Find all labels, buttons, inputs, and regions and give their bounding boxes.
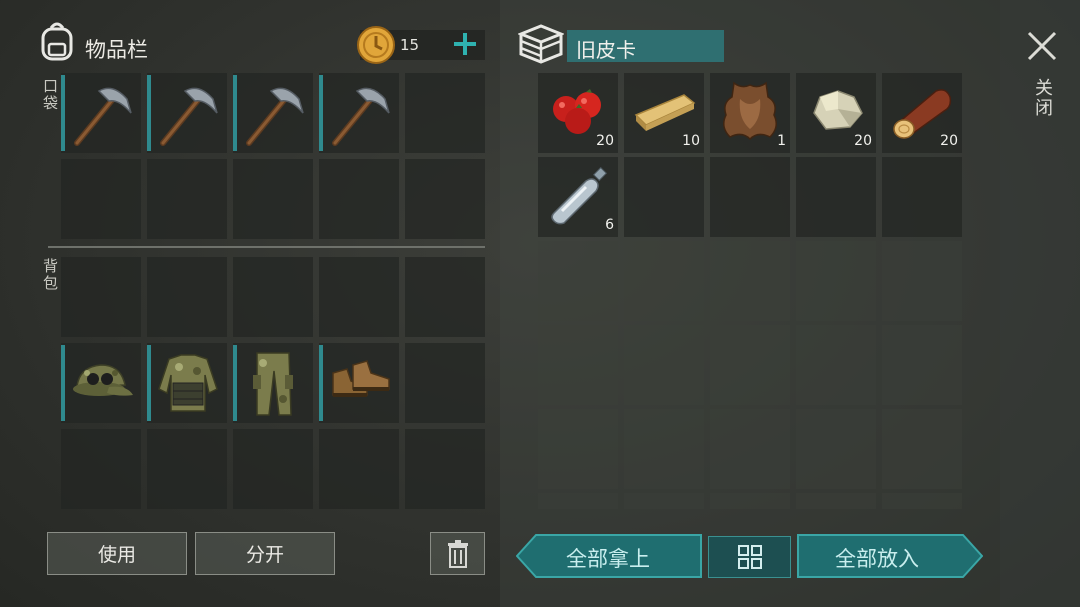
pocket-slot-empty[interactable] (319, 159, 399, 239)
container-slot[interactable]: 20 (796, 73, 876, 153)
backpack-slot-jacket[interactable] (147, 343, 227, 423)
item-quantity: 20 (596, 133, 614, 149)
leather-hide-icon (723, 81, 777, 141)
container-slot-empty[interactable] (624, 157, 704, 237)
coin-icon (356, 25, 396, 69)
container-slot[interactable]: 1 (710, 73, 790, 153)
camo-cap-icon (73, 364, 133, 396)
pocket-slot-pickaxe[interactable] (233, 73, 313, 153)
container-slot-locked (796, 409, 876, 489)
boots-icon (332, 360, 390, 397)
backpack-slot-empty[interactable] (405, 343, 485, 423)
coin-count: 15 (400, 36, 420, 54)
item-quantity: 6 (605, 217, 614, 233)
add-coins-plus-icon[interactable] (453, 32, 477, 60)
tomato-icon (553, 89, 601, 134)
backpack-slot-pants[interactable] (233, 343, 313, 423)
backpack-slot-empty[interactable] (233, 429, 313, 509)
container-slot-locked (538, 241, 618, 321)
item-quantity: 1 (777, 133, 786, 149)
use-button[interactable]: 使用 (47, 532, 187, 575)
stone-icon (813, 90, 863, 130)
pickaxe-icon (160, 87, 218, 146)
pickaxe-icon (246, 87, 304, 146)
container-slot-locked (624, 325, 704, 405)
container-slot[interactable]: 10 (624, 73, 704, 153)
container-slot-empty[interactable] (882, 157, 962, 237)
pocket-slot-empty[interactable] (147, 159, 227, 239)
pocket-slot-empty[interactable] (405, 159, 485, 239)
close-button[interactable]: 关闭 (1022, 28, 1062, 128)
backpack-slot-empty[interactable] (147, 429, 227, 509)
pocket-slot-empty[interactable] (405, 73, 485, 153)
pocket-slot-pickaxe[interactable] (319, 73, 399, 153)
container-slot-locked (882, 493, 962, 509)
grid-icon (738, 545, 762, 569)
container-slot-locked (538, 493, 618, 509)
camo-pants-icon (253, 352, 293, 416)
close-icon (1027, 31, 1057, 61)
backpack-icon (38, 20, 76, 66)
container-slot[interactable]: 20 (882, 73, 962, 153)
split-button[interactable]: 分开 (195, 532, 335, 575)
pocket-slot-empty[interactable] (233, 159, 313, 239)
container-slot-empty[interactable] (796, 157, 876, 237)
sort-grid-button[interactable] (708, 536, 791, 578)
container-slot-locked (710, 409, 790, 489)
item-quantity: 20 (854, 133, 872, 149)
pocket-slot-pickaxe[interactable] (147, 73, 227, 153)
container-slot-locked (710, 493, 790, 509)
backpack-slot-empty[interactable] (147, 257, 227, 337)
container-slot[interactable]: 6 (538, 157, 618, 237)
backpack-slot-empty[interactable] (319, 257, 399, 337)
item-quantity: 20 (940, 133, 958, 149)
crate-icon (516, 24, 566, 68)
backpack-slot-empty[interactable] (233, 257, 313, 337)
container-slot-locked (710, 241, 790, 321)
container-slot-locked (538, 325, 618, 405)
container-name-field[interactable]: 旧皮卡 (567, 30, 724, 62)
water-bottle-icon (551, 166, 608, 225)
backpack-slot-boots[interactable] (319, 343, 399, 423)
container-slot-locked (538, 409, 618, 489)
trash-button[interactable] (430, 532, 485, 575)
pocket-section-label: 口袋 (41, 78, 59, 112)
backpack-slot-empty[interactable] (405, 429, 485, 509)
camo-jacket-icon (158, 354, 218, 412)
wooden-plank-icon (634, 94, 696, 131)
container-slot-locked (710, 325, 790, 405)
inventory-title: 物品栏 (85, 38, 148, 62)
container-slot-locked (796, 325, 876, 405)
pickaxe-icon (332, 87, 390, 146)
container-slot-empty[interactable] (710, 157, 790, 237)
backpack-slot-empty[interactable] (405, 257, 485, 337)
container-slot-locked (624, 409, 704, 489)
container-slot-locked (624, 493, 704, 509)
backpack-slot-empty[interactable] (61, 429, 141, 509)
section-divider (48, 246, 485, 248)
item-quantity: 10 (682, 133, 700, 149)
container-slot-locked (796, 241, 876, 321)
container-slot[interactable]: 20 (538, 73, 618, 153)
take-all-label: 全部拿上 (566, 547, 650, 571)
container-slot-locked (624, 241, 704, 321)
container-slot-locked (882, 241, 962, 321)
take-all-button[interactable]: 全部拿上 (516, 534, 702, 578)
trash-icon (447, 539, 468, 568)
container-slot-locked (882, 325, 962, 405)
backpack-slot-cap[interactable] (61, 343, 141, 423)
backpack-slot-empty[interactable] (319, 429, 399, 509)
container-slot-locked (796, 493, 876, 509)
container-name: 旧皮卡 (576, 38, 636, 62)
close-label: 关闭 (1032, 78, 1053, 118)
put-all-button[interactable]: 全部放入 (797, 534, 983, 578)
backpack-section-label: 背包 (41, 258, 59, 292)
container-slot-locked (882, 409, 962, 489)
backpack-slot-empty[interactable] (61, 257, 141, 337)
pickaxe-icon (74, 87, 132, 146)
pocket-slot-empty[interactable] (61, 159, 141, 239)
log-icon (893, 89, 952, 139)
put-all-label: 全部放入 (835, 547, 919, 571)
pocket-slot-pickaxe[interactable] (61, 73, 141, 153)
